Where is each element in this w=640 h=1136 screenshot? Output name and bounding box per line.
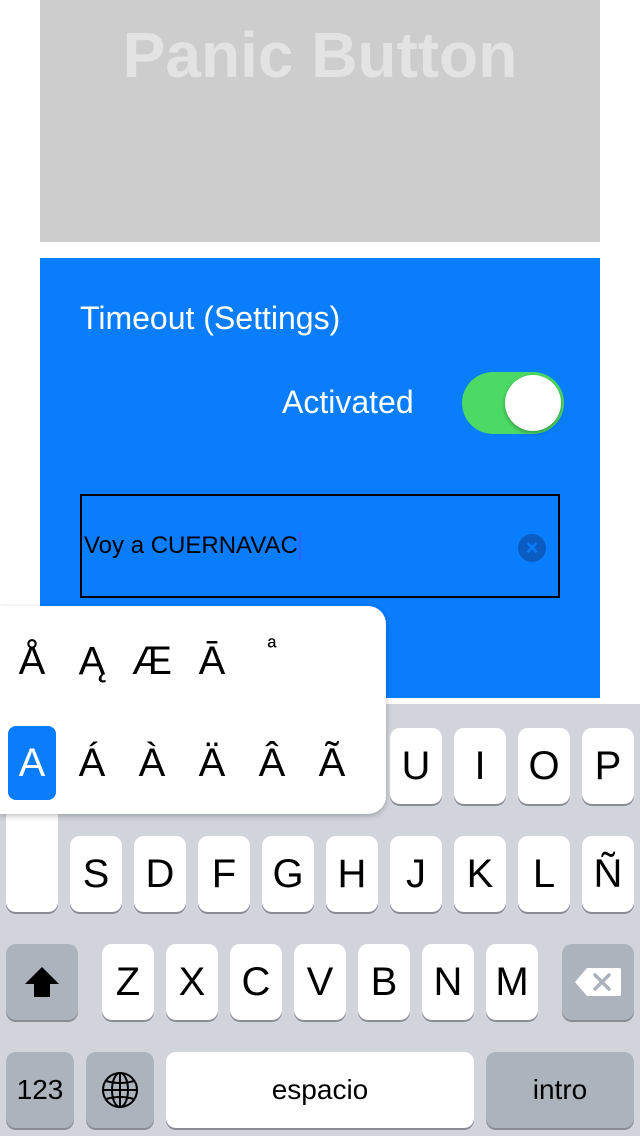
key-g[interactable]: G bbox=[262, 836, 314, 912]
space-key[interactable]: espacio bbox=[166, 1052, 474, 1128]
key-p[interactable]: P bbox=[582, 728, 634, 804]
key-d[interactable]: D bbox=[134, 836, 186, 912]
return-key[interactable]: intro bbox=[486, 1052, 634, 1128]
panic-button[interactable]: Panic Button bbox=[40, 0, 600, 242]
accent-a-ogonek[interactable]: Ą bbox=[68, 624, 116, 698]
globe-key[interactable] bbox=[86, 1052, 154, 1128]
key-n[interactable]: N bbox=[422, 944, 474, 1020]
key-s[interactable]: S bbox=[70, 836, 122, 912]
key-b[interactable]: B bbox=[358, 944, 410, 1020]
text-cursor bbox=[299, 532, 301, 560]
key-c[interactable]: C bbox=[230, 944, 282, 1020]
key-m[interactable]: M bbox=[486, 944, 538, 1020]
key-k[interactable]: K bbox=[454, 836, 506, 912]
settings-title: Timeout (Settings) bbox=[80, 300, 341, 336]
key-i[interactable]: I bbox=[454, 728, 506, 804]
key-l[interactable]: L bbox=[518, 836, 570, 912]
accent-ordinal-a[interactable]: ª bbox=[248, 624, 296, 698]
message-text-value: Voy a CUERNAVAC bbox=[84, 532, 298, 559]
key-f[interactable]: F bbox=[198, 836, 250, 912]
accent-a-umlaut[interactable]: Ä bbox=[188, 726, 236, 800]
shift-key[interactable] bbox=[6, 944, 78, 1020]
key-h[interactable]: H bbox=[326, 836, 378, 912]
accent-a-ring[interactable]: Å bbox=[8, 624, 56, 698]
toggle-knob bbox=[505, 375, 561, 431]
key-n-tilde[interactable]: Ñ bbox=[582, 836, 634, 912]
activated-label: Activated bbox=[282, 384, 414, 420]
key-o[interactable]: O bbox=[518, 728, 570, 804]
accent-a-tilde[interactable]: Ã bbox=[308, 726, 356, 800]
accent-popup-stem bbox=[6, 808, 58, 912]
accent-a-acute[interactable]: Á bbox=[68, 726, 116, 800]
key-v[interactable]: V bbox=[294, 944, 346, 1020]
accent-a-macron[interactable]: Ā bbox=[188, 624, 236, 698]
message-text-field[interactable]: Voy a CUERNAVAC × bbox=[80, 494, 560, 598]
activated-toggle[interactable] bbox=[462, 372, 564, 434]
key-x[interactable]: X bbox=[166, 944, 218, 1020]
panic-button-label: Panic Button bbox=[122, 19, 518, 91]
globe-icon bbox=[102, 1072, 138, 1108]
key-j[interactable]: J bbox=[390, 836, 442, 912]
numbers-key[interactable]: 123 bbox=[6, 1052, 74, 1128]
accent-a-circumflex[interactable]: Â bbox=[248, 726, 296, 800]
key-z[interactable]: Z bbox=[102, 944, 154, 1020]
accent-ae[interactable]: Æ bbox=[128, 624, 176, 698]
key-u[interactable]: U bbox=[390, 728, 442, 804]
accent-popup: Å Ą Æ Ā ª A Á À Ä Â Ã bbox=[0, 606, 386, 814]
accent-a-grave[interactable]: À bbox=[128, 726, 176, 800]
clear-icon[interactable]: × bbox=[518, 534, 546, 562]
backspace-icon bbox=[575, 968, 621, 996]
backspace-key[interactable] bbox=[562, 944, 634, 1020]
accent-a-selected[interactable]: A bbox=[8, 726, 56, 800]
shift-arrow-icon bbox=[25, 967, 59, 997]
